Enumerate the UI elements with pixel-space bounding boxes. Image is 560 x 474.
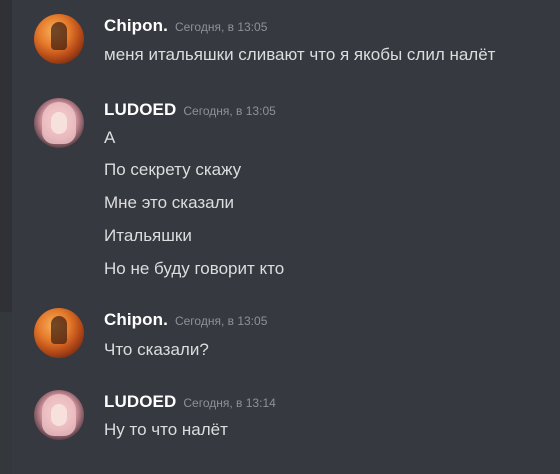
message-text: Но не буду говорит кто [104, 259, 285, 278]
message-text: меня итальяшки сливают что я якобы слил … [104, 45, 496, 64]
message-group: Chipon. Сегодня, в 13:05 Что сказали? [34, 308, 554, 364]
message-text: По секрету скажу [104, 160, 242, 179]
user-avatar[interactable] [34, 308, 84, 358]
message-header: Chipon. Сегодня, в 13:05 [104, 310, 267, 330]
user-avatar[interactable] [34, 14, 84, 64]
message-header: Chipon. Сегодня, в 13:05 [104, 16, 267, 36]
message-text: Итальяшки [104, 226, 192, 245]
message-timestamp: Сегодня, в 13:05 [183, 104, 276, 118]
username[interactable]: LUDOED [104, 392, 176, 411]
message-group: LUDOED Сегодня, в 13:05 А По секрету скаж… [34, 98, 554, 282]
username[interactable]: Chipon. [104, 16, 168, 35]
message-text: А [104, 128, 116, 147]
channel-scroll-edge-segment [0, 312, 12, 474]
message-text: Что сказали? [104, 340, 209, 359]
message-timestamp: Сегодня, в 13:05 [174, 314, 268, 328]
message-timestamp: Сегодня, в 13:05 [174, 20, 268, 34]
username[interactable]: LUDOED [104, 100, 176, 119]
user-avatar[interactable] [34, 390, 84, 440]
message-group: Chipon. Сегодня, в 13:05 меня итальяшки с… [34, 14, 554, 70]
username[interactable]: Chipon. [104, 310, 168, 329]
user-avatar[interactable] [34, 98, 84, 148]
message-header: LUDOED Сегодня, в 13:05 [104, 100, 276, 120]
message-text: Мне это сказали [104, 193, 235, 212]
message-group: LUDOED Сегодня, в 13:14 Ну то что налёт [34, 390, 554, 446]
message-timestamp: Сегодня, в 13:14 [183, 396, 276, 410]
message-text: Ну то что налёт [104, 420, 228, 439]
message-header: LUDOED Сегодня, в 13:14 [104, 392, 276, 412]
